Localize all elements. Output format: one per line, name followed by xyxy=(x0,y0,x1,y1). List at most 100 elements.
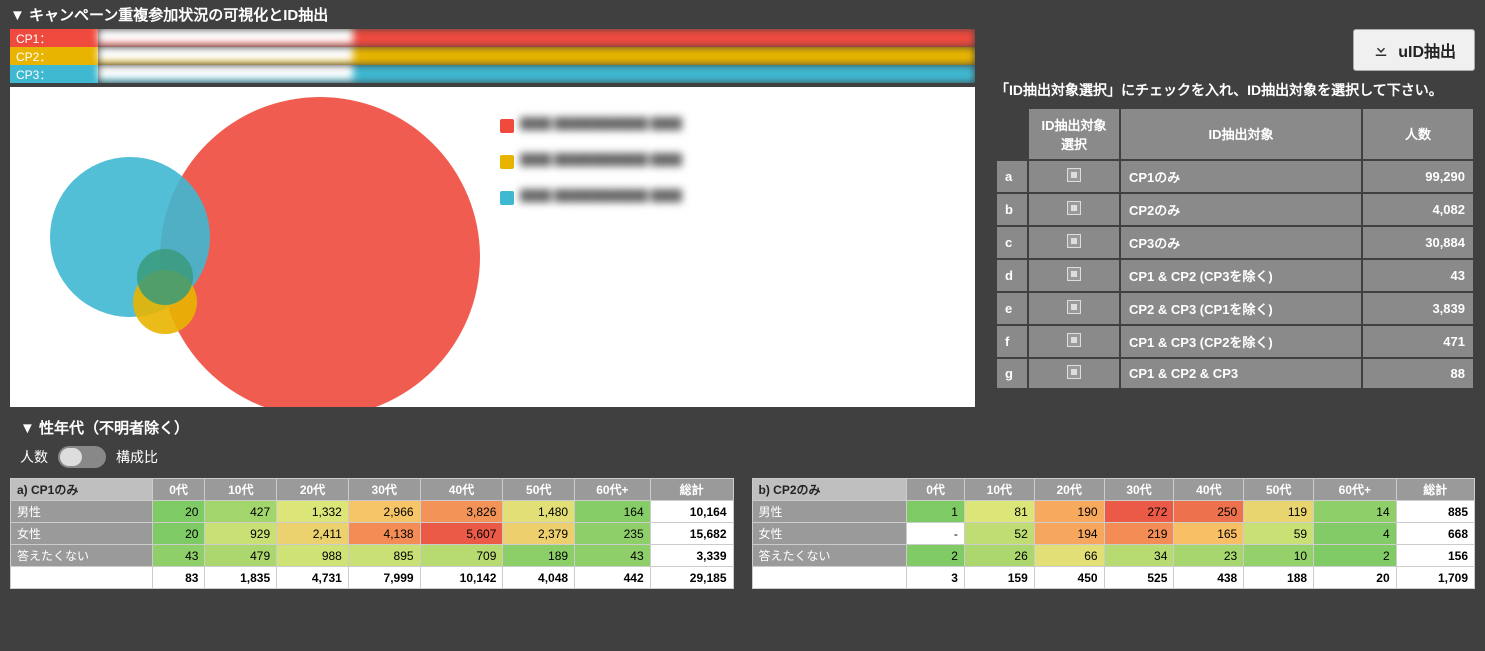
heatmap-cell: 2 xyxy=(1314,545,1397,567)
heatmap-col-header: 総計 xyxy=(650,479,733,501)
heatmap-row: 答えたくない226663423102156 xyxy=(752,545,1475,567)
heatmap-cell: 15,682 xyxy=(650,523,733,545)
heatmap-title: b) CP2のみ xyxy=(752,479,907,501)
id-row-count: 4,082 xyxy=(1363,194,1473,225)
section-title-overlap: ▼ キャンペーン重複参加状況の可視化とID抽出 xyxy=(0,0,1485,29)
campaign-desc-blurred: ██████████████████████████████ xyxy=(98,47,975,65)
campaign-label: CP2： xyxy=(10,47,98,65)
id-table-header: 人数 xyxy=(1363,109,1473,159)
id-table-row: fCP1 & CP3 (CP2を除く)471 xyxy=(997,326,1473,357)
heatmap-row-label: 女性 xyxy=(752,523,907,545)
heatmap-row: 答えたくない43479988895709189433,339 xyxy=(11,545,734,567)
heatmap-cell: 709 xyxy=(420,545,503,567)
id-row-checkbox[interactable] xyxy=(1067,267,1081,281)
legend-row: ████ ████████████ ████ xyxy=(500,153,780,181)
id-row-key: b xyxy=(997,194,1027,225)
heatmap-cell: 4 xyxy=(1314,523,1397,545)
heatmap-cell: 1,480 xyxy=(503,501,575,523)
id-row-checkbox-cell xyxy=(1029,359,1119,388)
heatmap-cell: 2,966 xyxy=(348,501,420,523)
id-table-row: eCP2 & CP3 (CP1を除く)3,839 xyxy=(997,293,1473,324)
id-row-checkbox-cell xyxy=(1029,293,1119,324)
heatmap-cell: 2,379 xyxy=(503,523,575,545)
heatmap-cell: 1,835 xyxy=(205,567,277,589)
heatmap-col-header: 10代 xyxy=(964,479,1034,501)
heatmap-cell: 189 xyxy=(503,545,575,567)
heatmap-cell: 988 xyxy=(277,545,349,567)
heatmap-table: a) CP1のみ0代10代20代30代40代50代60代+総計男性204271,… xyxy=(10,478,734,589)
heatmap-cell: 23 xyxy=(1174,545,1244,567)
id-row-target: CP3のみ xyxy=(1121,227,1361,258)
heatmap-row-label: 答えたくない xyxy=(752,545,907,567)
heatmap-col-header: 30代 xyxy=(348,479,420,501)
legend-swatch xyxy=(500,119,514,133)
venn-panel: ████ ████████████ ████ ████ ████████████ … xyxy=(10,87,975,407)
heatmap-cell: 190 xyxy=(1034,501,1104,523)
heatmap-row: 総計831,8354,7317,99910,1424,04844229,185 xyxy=(11,567,734,589)
id-row-target: CP1 & CP2 (CP3を除く) xyxy=(1121,260,1361,291)
venn-diagram xyxy=(10,87,490,407)
heatmap-cell: 2 xyxy=(907,545,965,567)
legend-swatch xyxy=(500,155,514,169)
uid-extract-label: uID抽出 xyxy=(1398,38,1456,62)
heatmap-row-label: 総計 xyxy=(11,567,153,589)
heatmap-cell: 156 xyxy=(1396,545,1474,567)
heatmap-cell: 194 xyxy=(1034,523,1104,545)
heatmap-cell: 668 xyxy=(1396,523,1474,545)
heatmap-cell: 929 xyxy=(205,523,277,545)
heatmap-col-header: 10代 xyxy=(205,479,277,501)
heatmap-row: 女性209292,4114,1385,6072,37923515,682 xyxy=(11,523,734,545)
heatmap-cell: 1,709 xyxy=(1396,567,1474,589)
heatmap-cell: 165 xyxy=(1174,523,1244,545)
legend-row: ████ ████████████ ████ xyxy=(500,189,780,217)
heatmap-cell: 34 xyxy=(1104,545,1174,567)
heatmap-cell: 235 xyxy=(575,523,651,545)
id-row-checkbox[interactable] xyxy=(1067,365,1081,379)
toggle-knob xyxy=(60,448,82,466)
heatmap-col-header: 40代 xyxy=(1174,479,1244,501)
id-row-count: 99,290 xyxy=(1363,161,1473,192)
campaign-label: CP3： xyxy=(10,65,98,83)
id-row-checkbox[interactable] xyxy=(1067,300,1081,314)
heatmap-cell: 442 xyxy=(575,567,651,589)
id-row-checkbox[interactable] xyxy=(1067,201,1081,215)
heatmap-cell: 1 xyxy=(907,501,965,523)
id-row-checkbox[interactable] xyxy=(1067,168,1081,182)
heatmap-cell: 895 xyxy=(348,545,420,567)
id-row-key: g xyxy=(997,359,1027,388)
id-row-checkbox[interactable] xyxy=(1067,333,1081,347)
heatmap-cell: 272 xyxy=(1104,501,1174,523)
id-row-checkbox[interactable] xyxy=(1067,234,1081,248)
campaign-bar: CP2：██████████████████████████████ xyxy=(10,47,975,65)
heatmap-cell: 427 xyxy=(205,501,277,523)
campaign-label: CP1： xyxy=(10,29,98,47)
heatmap-row-label: 女性 xyxy=(11,523,153,545)
heatmap-cell: - xyxy=(907,523,965,545)
heatmap-row: 男性18119027225011914885 xyxy=(752,501,1475,523)
heatmap-row: 総計3159450525438188201,709 xyxy=(752,567,1475,589)
campaign-bar: CP1：██████████████████████████████ xyxy=(10,29,975,47)
id-table-row: g CP1 & CP2 & CP388 xyxy=(997,359,1473,388)
id-row-target: CP1のみ xyxy=(1121,161,1361,192)
uid-extract-button[interactable]: uID抽出 xyxy=(1353,29,1475,71)
heatmap-cell: 66 xyxy=(1034,545,1104,567)
heatmap-cell: 81 xyxy=(964,501,1034,523)
heatmap-cell: 83 xyxy=(152,567,205,589)
legend-row: ████ ████████████ ████ xyxy=(500,117,780,145)
id-row-key: f xyxy=(997,326,1027,357)
heatmap-row-label: 総計 xyxy=(752,567,907,589)
id-row-key: c xyxy=(997,227,1027,258)
id-row-target: CP1 & CP2 & CP3 xyxy=(1121,359,1361,388)
id-row-count: 88 xyxy=(1363,359,1473,388)
legend-swatch xyxy=(500,191,514,205)
count-ratio-toggle[interactable] xyxy=(58,446,106,468)
heatmap-col-header: 総計 xyxy=(1396,479,1474,501)
heatmap-cell: 4,731 xyxy=(277,567,349,589)
id-table-row: cCP3のみ30,884 xyxy=(997,227,1473,258)
id-row-target: CP2 & CP3 (CP1を除く) xyxy=(1121,293,1361,324)
venn-legend: ████ ████████████ ████ ████ ████████████ … xyxy=(500,117,780,225)
id-row-checkbox-cell xyxy=(1029,326,1119,357)
heatmap-cell: 885 xyxy=(1396,501,1474,523)
heatmap-col-header: 30代 xyxy=(1104,479,1174,501)
heatmap-cell: 14 xyxy=(1314,501,1397,523)
